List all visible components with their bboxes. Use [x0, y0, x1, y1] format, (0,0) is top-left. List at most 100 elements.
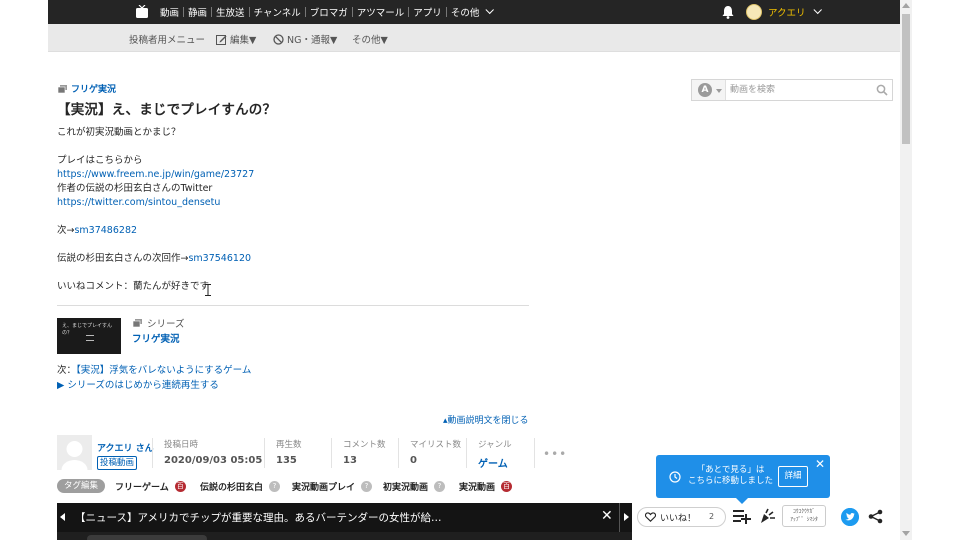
close-description-link[interactable]: ▴動画説明文を閉じる: [443, 413, 529, 426]
dictionary-unknown-icon[interactable]: ?: [269, 481, 281, 492]
next-video-link[interactable]: 【実況】浮気をバレないようにするゲーム: [76, 365, 251, 376]
add-to-list-icon[interactable]: [733, 508, 751, 524]
stat-value: 135: [276, 455, 297, 466]
description-link[interactable]: sm37546120: [188, 253, 251, 264]
dictionary-icon[interactable]: 百: [174, 481, 186, 492]
dictionary-icon[interactable]: 百: [501, 481, 513, 492]
search-type-selector[interactable]: A: [692, 80, 726, 100]
toast-close-icon[interactable]: ✕: [815, 457, 825, 471]
uploader-avatar[interactable]: [57, 435, 92, 470]
description-link[interactable]: https://twitter.com/sintou_densetu: [57, 197, 220, 208]
search-type-letter: A: [698, 83, 712, 97]
notification-bell-icon[interactable]: [722, 5, 734, 19]
prohibited-icon: [273, 33, 284, 45]
edit-menu-button[interactable]: 編集▼: [216, 32, 256, 46]
chevron-down-icon: [485, 5, 495, 15]
toast-message: 「あとで見る」は こちらに移動しました: [688, 465, 773, 487]
nav-item[interactable]: アツマール: [353, 5, 409, 19]
news-headline[interactable]: 【ニュース】アメリカでチップが重要な理由。あるバーテンダーの女性が給…: [75, 510, 441, 525]
next-video-prefix: 次：: [57, 365, 77, 376]
description-line: [57, 210, 254, 224]
nicoad-label-line: ｺｳｺｸｳｹｶﾞ: [792, 509, 815, 515]
series-link[interactable]: フリゲ実況: [58, 82, 116, 95]
tag-item[interactable]: 伝説の杉田玄白?: [200, 480, 281, 493]
like-button[interactable]: いいね！ 2: [637, 507, 726, 527]
news-separator: [619, 503, 620, 532]
scrollbar-thumb[interactable]: [902, 14, 910, 144]
description-text: 次→: [57, 225, 75, 236]
series-link-label: フリゲ実況: [71, 85, 117, 95]
user-name: アクエリ: [768, 8, 806, 19]
description-line: https://twitter.com/sintou_densetu: [57, 196, 254, 210]
more-options-icon[interactable]: •••: [543, 447, 567, 461]
dictionary-unknown-icon[interactable]: ?: [361, 481, 373, 492]
tag-label: 伝説の杉田玄白: [200, 483, 264, 493]
news-ticker: 【ニュース】アメリカでチップが重要な理由。あるバーテンダーの女性が給… ✕: [57, 503, 632, 532]
top-nav-links: 動画 静画 生放送 チャンネル ブロマガ アツマール アプリ その他: [156, 0, 495, 24]
news-next-icon[interactable]: [624, 513, 629, 521]
description-line: https://www.freem.ne.jp/win/game/23727: [57, 168, 254, 182]
tag-item[interactable]: 実況動画プレイ?: [292, 480, 373, 493]
stat-label: マイリスト数: [410, 440, 462, 450]
tag-label: 実況動画プレイ: [292, 483, 356, 493]
toast-pointer: [736, 498, 748, 504]
description-text: いいねコメント：蘭たんが好きです: [57, 281, 210, 292]
nav-item[interactable]: 生放送: [212, 5, 249, 19]
scroll-up-arrow-icon[interactable]: [902, 3, 910, 8]
toast-detail-button[interactable]: 詳細: [778, 466, 808, 487]
other-menu-label: その他▼: [352, 35, 388, 46]
nav-item[interactable]: ブロマガ: [306, 5, 352, 19]
stats-divider: [534, 438, 535, 468]
tag-label: 実況動画: [459, 483, 496, 493]
stat-label: 再生数: [276, 440, 302, 450]
description-link[interactable]: sm37486282: [74, 225, 137, 236]
description-text: プレイはこちらから: [57, 155, 143, 166]
advertise-megaphone-icon[interactable]: [759, 508, 776, 524]
nicoad-button[interactable]: ｺｳｺｸｳｹｶﾞ ｱｯﾌﾟ゜ｼﾏｼﾀ: [782, 505, 826, 527]
video-search-box: A: [691, 79, 893, 101]
play-series-from-start-link[interactable]: ▶ シリーズのはじめから連続再生する: [57, 377, 219, 391]
nav-item[interactable]: 静画: [184, 5, 211, 19]
uploader-name[interactable]: アクエリ さん: [97, 441, 154, 454]
series-thumbnail[interactable]: え、まじでプレイすんの？: [57, 318, 121, 354]
stat-posted-date: 投稿日時 2020/09/03 05:05: [152, 438, 262, 468]
video-description: これが初実況動画とかまじ？ プレイはこちらから https://www.freem.…: [57, 126, 254, 294]
nav-item[interactable]: その他: [447, 5, 484, 19]
search-input[interactable]: [730, 83, 870, 97]
watch-later-moved-toast: 「あとで見る」は こちらに移動しました 詳細 ✕: [656, 455, 830, 504]
search-icon[interactable]: [876, 84, 888, 96]
series-label: シリーズ: [133, 316, 185, 330]
tag-label: 初実況動画: [383, 483, 429, 493]
uploader-menu-bar: 投稿者用メニュー 編集▼ NG・通報▼ その他▼: [48, 24, 900, 52]
tag-item[interactable]: 初実況動画?: [383, 480, 446, 493]
twitter-share-icon[interactable]: [841, 508, 859, 526]
genre-link[interactable]: ゲーム: [478, 455, 512, 470]
tag-item[interactable]: 実況動画百: [459, 480, 513, 493]
toast-message-line: 「あとで見る」は: [696, 465, 765, 475]
scroll-down-arrow-icon[interactable]: [902, 531, 910, 536]
ng-report-menu-button[interactable]: NG・通報▼: [273, 32, 337, 46]
description-line: [57, 266, 254, 280]
nav-item[interactable]: チャンネル: [250, 5, 305, 19]
niconico-tv-icon[interactable]: [136, 5, 148, 18]
share-icon[interactable]: [868, 509, 883, 524]
other-menu-button[interactable]: その他▼: [352, 32, 388, 46]
tag-item[interactable]: フリーゲーム百: [115, 480, 186, 493]
tag-label: フリーゲーム: [115, 483, 169, 493]
series-name-link[interactable]: フリゲ実況: [132, 331, 180, 345]
user-menu[interactable]: アクエリ: [746, 3, 822, 21]
nav-item[interactable]: アプリ: [409, 5, 446, 19]
top-navigation-bar: 動画 静画 生放送 チャンネル ブロマガ アツマール アプリ その他 アクエリ: [48, 0, 900, 24]
tag-edit-button[interactable]: タグ編集: [57, 479, 105, 493]
description-text: 伝説の杉田玄白さんの次回作→: [57, 253, 189, 264]
dictionary-unknown-icon[interactable]: ?: [434, 481, 446, 492]
uploader-videos-badge[interactable]: 投稿動画: [97, 456, 138, 470]
nav-item[interactable]: 動画: [156, 5, 183, 19]
edit-menu-label: 編集▼: [230, 35, 257, 46]
stat-mylist-count: マイリスト数 0: [398, 438, 461, 468]
description-link[interactable]: https://www.freem.ne.jp/win/game/23727: [57, 169, 254, 180]
series-icon: [58, 84, 67, 93]
stat-value: 0: [410, 455, 417, 466]
news-prev-icon[interactable]: [60, 513, 65, 521]
news-close-icon[interactable]: ✕: [601, 508, 613, 524]
